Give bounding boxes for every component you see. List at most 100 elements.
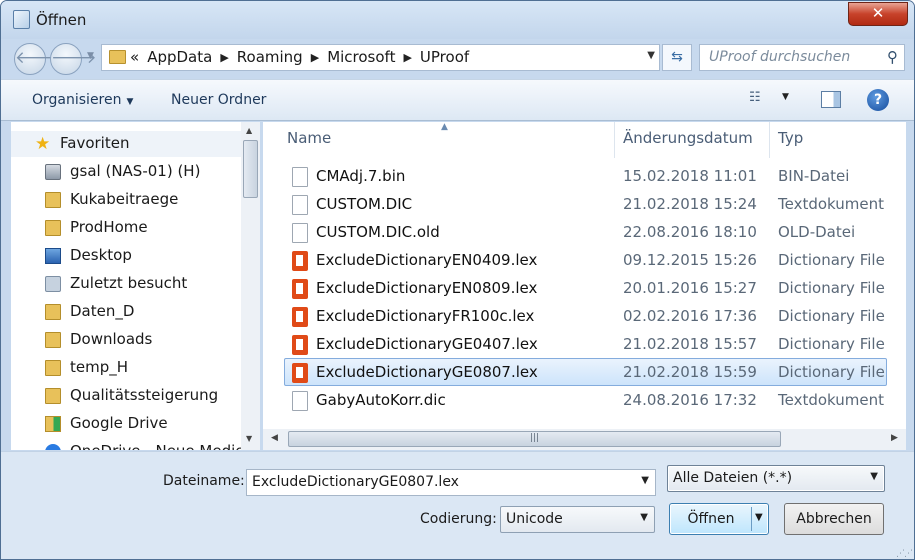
file-name: ExcludeDictionaryEN0409.lex — [316, 251, 538, 269]
file-row[interactable]: ExcludeDictionaryGE0407.lex 21.02.2018 1… — [285, 331, 888, 359]
nav-item-label: Kukabeitraege — [70, 190, 179, 208]
preview-pane-icon[interactable] — [821, 91, 841, 108]
filename-value: ExcludeDictionaryGE0807.lex — [252, 474, 459, 490]
search-icon[interactable]: ⚲ — [887, 48, 898, 66]
file-row[interactable]: CMAdj.7.bin 15.02.2018 11:01 BIN-Datei — [285, 163, 888, 191]
file-row-selected[interactable]: ExcludeDictionaryGE0807.lex 21.02.2018 1… — [284, 358, 887, 386]
view-dropdown-icon[interactable]: ▼ — [782, 92, 789, 102]
desktop-icon — [45, 248, 61, 264]
file-row[interactable]: ExcludeDictionaryEN0409.lex 09.12.2015 1… — [285, 247, 888, 275]
dialog-footer: Dateiname: ExcludeDictionaryGE0807.lex ▼… — [1, 451, 914, 559]
window-title: Öffnen — [36, 11, 87, 29]
nav-item-kukabeitraege[interactable]: Kukabeitraege — [11, 187, 243, 213]
breadcrumb-overflow[interactable]: « — [130, 48, 139, 66]
resize-grip-icon[interactable]: ⋰⋰ — [896, 549, 913, 559]
open-options-dropdown-icon[interactable]: ▼ — [755, 512, 763, 523]
file-date: 22.08.2016 18:10 — [623, 223, 757, 241]
cancel-button[interactable]: Abbrechen — [784, 503, 884, 535]
organize-button[interactable]: Organisieren ▼ — [32, 92, 133, 108]
navigation-scrollbar[interactable]: ▲ ▼ — [241, 122, 260, 450]
breadcrumb-appdata[interactable]: AppData — [147, 48, 212, 66]
nav-item-downloads[interactable]: Downloads — [11, 327, 243, 353]
file-row[interactable]: CUSTOM.DIC.old 22.08.2016 18:10 OLD-Date… — [285, 219, 888, 247]
encoding-select[interactable]: Unicode ▼ — [500, 506, 655, 533]
help-icon[interactable]: ? — [867, 89, 889, 111]
file-type: Dictionary File — [778, 279, 885, 297]
file-date: 21.02.2018 15:24 — [623, 195, 757, 213]
breadcrumb-separator-icon[interactable]: ▶ — [311, 48, 319, 66]
scroll-down-icon[interactable]: ▼ — [246, 434, 252, 443]
open-button[interactable]: Öffnen ▼ — [669, 503, 769, 535]
nav-item-label: Zuletzt besucht — [70, 274, 188, 292]
scroll-up-icon[interactable]: ▲ — [246, 126, 252, 135]
close-button[interactable]: ✕ — [848, 2, 908, 26]
column-header-type[interactable]: Typ — [778, 122, 803, 158]
search-input[interactable]: UProof durchsuchen ⚲ — [699, 44, 905, 71]
nav-item-temp-h[interactable]: temp_H — [11, 355, 243, 381]
nav-item-google-drive[interactable]: Google Drive — [11, 411, 243, 437]
view-options-icon[interactable]: ☷ — [749, 90, 761, 105]
breadcrumb-roaming[interactable]: Roaming — [237, 48, 303, 66]
file-list-horizontal-scrollbar[interactable]: ◀ ||| ▶ — [263, 429, 906, 450]
file-name: ExcludeDictionaryGE0807.lex — [316, 363, 538, 381]
column-header-name[interactable]: Name — [287, 122, 331, 158]
chevron-down-icon[interactable]: ▼ — [641, 475, 649, 486]
forward-button[interactable]: 🡒 — [50, 43, 97, 75]
file-type-filter-select[interactable]: Alle Dateien (*.*) ▼ — [667, 465, 885, 492]
open-button-label: Öffnen — [687, 511, 735, 527]
nav-item-label: temp_H — [70, 358, 129, 376]
file-row[interactable]: ExcludeDictionaryFR100c.lex 02.02.2016 1… — [285, 303, 888, 331]
organize-dropdown-icon: ▼ — [126, 97, 134, 107]
nav-item-gsal[interactable]: gsal (NAS-01) (H) — [11, 159, 243, 185]
nav-item-desktop[interactable]: Desktop — [11, 243, 243, 269]
text-file-icon — [292, 391, 308, 411]
chevron-down-icon: ▼ — [870, 471, 878, 482]
network-drive-icon — [45, 164, 61, 180]
scroll-left-icon[interactable]: ◀ — [271, 433, 278, 443]
file-date: 15.02.2018 11:01 — [623, 167, 757, 185]
breadcrumb-microsoft[interactable]: Microsoft — [327, 48, 395, 66]
nav-item-favoriten[interactable]: ★ Favoriten — [11, 131, 243, 157]
open-file-dialog: Öffnen ✕ 🡐 🡒 ▼ « AppData ▶ Roaming ▶ Mic… — [0, 0, 915, 560]
file-type-filter-value: Alle Dateien (*.*) — [673, 470, 793, 486]
back-button[interactable]: 🡐 — [14, 43, 61, 75]
scroll-thumb[interactable]: ||| — [288, 431, 781, 447]
refresh-button[interactable]: ⇆ — [662, 44, 692, 71]
nav-item-daten-d[interactable]: Daten_D — [11, 299, 243, 325]
organize-label: Organisieren — [32, 92, 122, 108]
address-dropdown-icon[interactable]: ▼ — [647, 50, 655, 61]
file-row[interactable]: CUSTOM.DIC 21.02.2018 15:24 Textdokument — [285, 191, 888, 219]
file-name: ExcludeDictionaryGE0407.lex — [316, 335, 538, 353]
file-date: 20.01.2016 15:27 — [623, 279, 757, 297]
new-folder-button[interactable]: Neuer Ordner — [171, 92, 266, 108]
google-drive-icon — [45, 416, 61, 432]
recent-locations-chevron-icon[interactable]: ▼ — [87, 51, 94, 61]
filename-input[interactable]: ExcludeDictionaryGE0807.lex ▼ — [246, 469, 656, 496]
column-divider[interactable] — [769, 122, 770, 158]
title-bar[interactable]: Öffnen ✕ — [1, 1, 914, 39]
scroll-right-icon[interactable]: ▶ — [891, 433, 898, 443]
nav-item-prodhome[interactable]: ProdHome — [11, 215, 243, 241]
nav-item-qualitaetssteigerung[interactable]: Qualitätssteigerung — [11, 383, 243, 409]
command-bar: Organisieren ▼ Neuer Ordner ☷ ▼ ? — [1, 79, 914, 121]
address-bar[interactable]: « AppData ▶ Roaming ▶ Microsoft ▶ UProof… — [101, 44, 660, 71]
column-header-date[interactable]: Änderungsdatum — [623, 122, 753, 158]
encoding-value: Unicode — [506, 511, 563, 527]
file-icon — [292, 223, 308, 243]
file-row[interactable]: GabyAutoKorr.dic 24.08.2016 17:32 Textdo… — [285, 387, 888, 415]
breadcrumb-separator-icon[interactable]: ▶ — [403, 48, 411, 66]
encoding-label: Codierung: — [420, 511, 497, 527]
breadcrumb-uproof[interactable]: UProof — [420, 48, 469, 66]
nav-item-zuletzt-besucht[interactable]: Zuletzt besucht — [11, 271, 243, 297]
folder-icon — [45, 360, 61, 376]
downloads-folder-icon — [45, 332, 61, 348]
nav-item-label: Desktop — [70, 246, 132, 264]
file-name: CMAdj.7.bin — [316, 167, 406, 185]
nav-item-onedrive[interactable]: OneDrive - Neue Medien — [11, 439, 243, 450]
text-file-icon — [292, 195, 308, 215]
column-divider[interactable] — [614, 122, 615, 158]
file-list: ▲ Name Änderungsdatum Typ CMAdj.7.bin 15… — [263, 122, 906, 450]
scroll-thumb[interactable] — [243, 140, 258, 198]
file-row[interactable]: ExcludeDictionaryEN0809.lex 20.01.2016 1… — [285, 275, 888, 303]
breadcrumb-separator-icon[interactable]: ▶ — [220, 48, 228, 66]
